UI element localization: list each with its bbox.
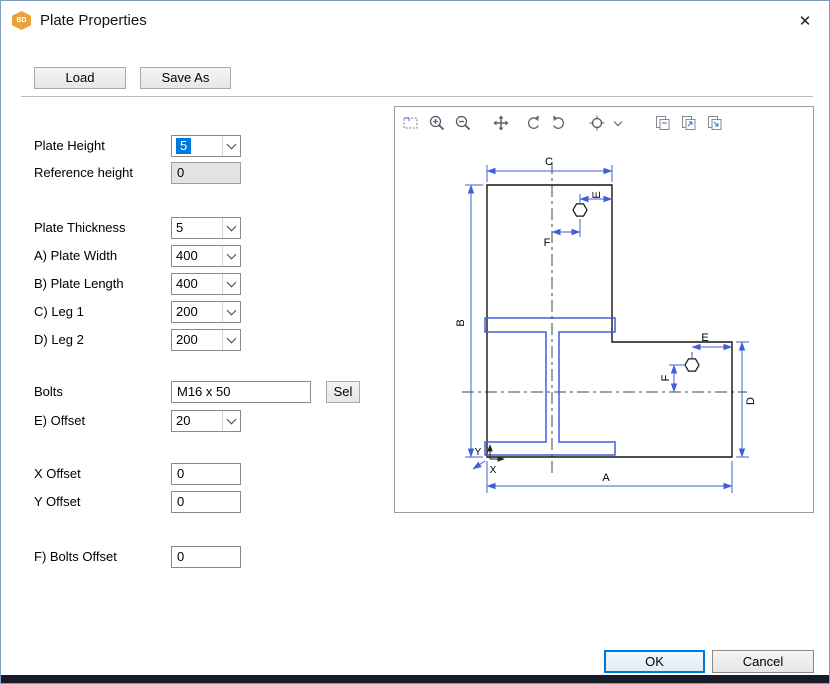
plate-thickness-select[interactable]: 5 bbox=[171, 217, 241, 239]
plate-length-select[interactable]: 400 bbox=[171, 273, 241, 295]
title-bar: BD Plate Properties ✕ bbox=[1, 1, 829, 41]
save-as-button[interactable]: Save As bbox=[140, 67, 231, 89]
bolts-field[interactable]: M16 x 50 bbox=[171, 381, 311, 403]
rotate-ccw-icon[interactable] bbox=[523, 113, 543, 133]
chevron-down-icon[interactable] bbox=[222, 302, 240, 322]
copy-icon[interactable] bbox=[653, 113, 673, 133]
separator bbox=[21, 96, 813, 97]
dim-label-e-top: E bbox=[591, 191, 603, 198]
plate-width-value: 400 bbox=[172, 246, 222, 266]
beam-section bbox=[485, 318, 615, 455]
zoom-out-icon[interactable] bbox=[453, 113, 473, 133]
dim-label-f-right: F bbox=[660, 374, 672, 381]
chevron-down-icon[interactable] bbox=[222, 246, 240, 266]
preview-toolbar bbox=[401, 110, 807, 136]
dim-label-a: A bbox=[602, 472, 610, 484]
leg1-select[interactable]: 200 bbox=[171, 301, 241, 323]
bolt-hexagon-top bbox=[573, 204, 587, 216]
offset-e-select[interactable]: 20 bbox=[171, 410, 241, 432]
leg2-value: 200 bbox=[172, 330, 222, 350]
y-offset-field[interactable]: 0 bbox=[171, 491, 241, 513]
window-bottom-edge bbox=[1, 675, 829, 683]
leg1-value: 200 bbox=[172, 302, 222, 322]
plate-outline bbox=[487, 185, 732, 457]
plate-properties-dialog: BD Plate Properties ✕ Load Save As Plate… bbox=[0, 0, 830, 684]
bolts-label: Bolts bbox=[34, 381, 63, 403]
load-button[interactable]: Load bbox=[34, 67, 126, 89]
x-offset-field[interactable]: 0 bbox=[171, 463, 241, 485]
offset-e-label: E) Offset bbox=[34, 410, 85, 432]
target-icon[interactable] bbox=[587, 113, 607, 133]
plate-length-label: B) Plate Length bbox=[34, 273, 124, 295]
dim-label-e-right: E bbox=[701, 332, 708, 344]
chevron-down-icon[interactable] bbox=[222, 274, 240, 294]
cancel-button[interactable]: Cancel bbox=[712, 650, 814, 673]
chevron-down-icon[interactable] bbox=[614, 118, 622, 126]
dim-label-d: D bbox=[745, 397, 757, 405]
x-offset-label: X Offset bbox=[34, 463, 81, 485]
plate-height-select[interactable]: 5 bbox=[171, 135, 241, 157]
plate-width-label: A) Plate Width bbox=[34, 245, 117, 267]
preview-panel: C B A D E F bbox=[394, 106, 814, 513]
leg1-label: C) Leg 1 bbox=[34, 301, 84, 323]
pan-icon[interactable] bbox=[491, 113, 511, 133]
dim-label-f-top: F bbox=[544, 237, 551, 249]
axis-label-x: X bbox=[490, 465, 497, 476]
offset-e-value: 20 bbox=[172, 411, 222, 431]
chevron-down-icon[interactable] bbox=[222, 411, 240, 431]
bolts-offset-label: F) Bolts Offset bbox=[34, 546, 117, 568]
dim-label-b: B bbox=[455, 319, 467, 326]
close-button[interactable]: ✕ bbox=[793, 10, 817, 34]
plate-height-value: 5 bbox=[172, 136, 222, 156]
axis-label-y: Y bbox=[475, 447, 482, 458]
chevron-down-icon[interactable] bbox=[222, 136, 240, 156]
paste-icon[interactable] bbox=[705, 113, 725, 133]
plate-length-value: 400 bbox=[172, 274, 222, 294]
reference-height-field: 0 bbox=[171, 162, 241, 184]
chevron-down-icon[interactable] bbox=[222, 330, 240, 350]
preview-drawing: C B A D E F bbox=[395, 107, 813, 512]
zoom-window-icon[interactable] bbox=[401, 113, 421, 133]
leg2-select[interactable]: 200 bbox=[171, 329, 241, 351]
plate-thickness-value: 5 bbox=[172, 218, 222, 238]
zoom-in-icon[interactable] bbox=[427, 113, 447, 133]
plate-thickness-label: Plate Thickness bbox=[34, 217, 126, 239]
app-icon: BD bbox=[12, 11, 31, 30]
leg2-label: D) Leg 2 bbox=[34, 329, 84, 351]
window-title: Plate Properties bbox=[40, 12, 147, 29]
rotate-cw-icon[interactable] bbox=[549, 113, 569, 133]
ok-button[interactable]: OK bbox=[604, 650, 705, 673]
dim-label-c: C bbox=[545, 156, 553, 168]
copy-special-icon[interactable] bbox=[679, 113, 699, 133]
plate-width-select[interactable]: 400 bbox=[171, 245, 241, 267]
y-offset-label: Y Offset bbox=[34, 491, 81, 513]
bolt-hexagon-right bbox=[685, 359, 699, 371]
bolts-offset-field[interactable]: 0 bbox=[171, 546, 241, 568]
plate-height-label: Plate Height bbox=[34, 135, 105, 157]
bolts-select-button[interactable]: Sel bbox=[326, 381, 360, 403]
reference-height-label: Reference height bbox=[34, 162, 133, 184]
chevron-down-icon[interactable] bbox=[222, 218, 240, 238]
